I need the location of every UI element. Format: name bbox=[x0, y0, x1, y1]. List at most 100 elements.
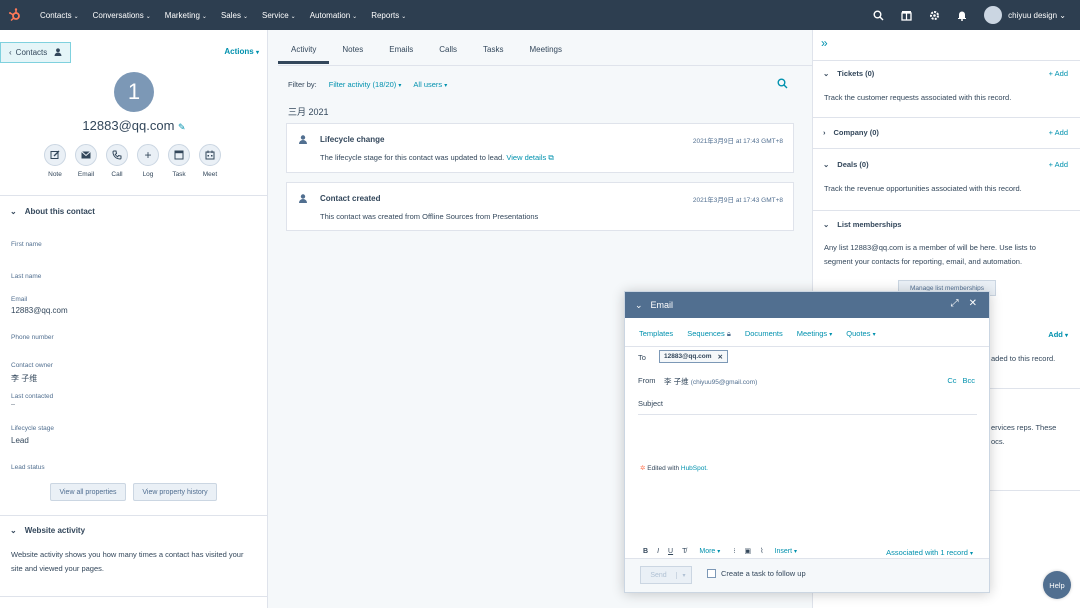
chevron-down-icon[interactable]: ⌄ bbox=[635, 300, 643, 311]
more-label: More bbox=[699, 547, 716, 555]
clear-format-icon[interactable]: T̸ bbox=[682, 548, 686, 555]
italic-icon[interactable]: I bbox=[657, 548, 659, 555]
tab-notes[interactable]: Notes bbox=[329, 42, 376, 64]
divider bbox=[813, 117, 1080, 118]
website-text: Website activity shows you how many time… bbox=[11, 550, 244, 573]
company-section-toggle[interactable]: › Company (0) bbox=[823, 128, 879, 137]
nav-service[interactable]: Service ⌄ bbox=[262, 11, 296, 20]
nav-automation[interactable]: Automation ⌄ bbox=[310, 11, 358, 20]
add-dropdown[interactable]: Add ▾ bbox=[1048, 330, 1068, 339]
send-button[interactable]: Send bbox=[641, 571, 677, 579]
about-section-toggle[interactable]: ⌄ About this contact bbox=[10, 207, 95, 216]
hubspot-logo-icon[interactable] bbox=[0, 0, 30, 30]
tab-calls[interactable]: Calls bbox=[426, 42, 470, 64]
cc-button[interactable]: Cc bbox=[947, 376, 956, 385]
call-label: Call bbox=[111, 171, 123, 178]
nav-sales[interactable]: Sales ⌄ bbox=[221, 11, 248, 20]
top-nav: Contacts ⌄ Conversations ⌄ Marketing ⌄ Sale… bbox=[0, 0, 1080, 30]
send-button-group: Send ▾ bbox=[640, 566, 692, 584]
add-company-button[interactable]: + Add bbox=[1049, 128, 1068, 137]
call-button[interactable]: Call bbox=[106, 144, 128, 178]
back-to-contacts-button[interactable]: ‹ Contacts bbox=[0, 42, 71, 63]
email-composer: ⌄ Email ⤢ ✕ Templates Sequences 🔒︎ Docum… bbox=[624, 291, 990, 593]
add-ticket-button[interactable]: + Add bbox=[1049, 69, 1068, 78]
insert-dropdown[interactable]: Insert ▾ bbox=[775, 548, 797, 555]
avatar[interactable] bbox=[984, 6, 1003, 24]
view-all-properties-button[interactable]: View all properties bbox=[50, 483, 126, 501]
note-button[interactable]: Note bbox=[44, 144, 66, 178]
more-dropdown[interactable]: More ▾ bbox=[699, 548, 720, 555]
lifecycle-value[interactable]: Lead bbox=[11, 436, 29, 445]
close-icon[interactable]: ✕ bbox=[718, 353, 723, 361]
chevron-down-icon: ⌄ bbox=[1059, 10, 1066, 20]
snippet-icon[interactable]: ⁝ bbox=[733, 547, 735, 555]
task-button[interactable]: Task bbox=[168, 144, 190, 178]
meet-label: Meet bbox=[202, 171, 218, 178]
bell-icon[interactable] bbox=[956, 9, 968, 21]
templates-button[interactable]: Templates bbox=[639, 329, 673, 339]
lock-icon: 🔒︎ bbox=[726, 329, 731, 338]
tickets-section-toggle[interactable]: ⌄ Tickets (0) bbox=[823, 69, 874, 78]
pencil-icon[interactable]: ✎ bbox=[178, 122, 186, 132]
view-details-link[interactable]: View details ⧉ bbox=[506, 153, 553, 162]
subject-input[interactable]: Subject bbox=[638, 399, 663, 408]
image-icon[interactable]: ▣ bbox=[745, 547, 752, 555]
quotes-dropdown[interactable]: Quotes ▾ bbox=[846, 329, 875, 339]
bold-icon[interactable]: B bbox=[643, 548, 648, 555]
meetings-dropdown[interactable]: Meetings ▾ bbox=[797, 329, 833, 339]
tab-tasks[interactable]: Tasks bbox=[470, 42, 516, 64]
user-menu[interactable]: chiyuu design ⌄ bbox=[1008, 11, 1066, 20]
underline-icon[interactable]: U bbox=[668, 548, 673, 555]
owner-value[interactable]: 李 子维 bbox=[11, 373, 37, 384]
follow-up-checkbox[interactable] bbox=[707, 569, 716, 578]
all-users-dropdown[interactable]: All users ▾ bbox=[413, 80, 447, 89]
email-button[interactable]: Email bbox=[75, 144, 97, 178]
hubspot-link[interactable]: HubSpot. bbox=[681, 465, 708, 472]
attachment-icon[interactable]: ⌇ bbox=[760, 547, 763, 555]
search-icon[interactable] bbox=[872, 9, 884, 21]
from-selector[interactable]: 李 子维 (chiyuu95@gmail.com) bbox=[664, 376, 757, 387]
partial-text: aded to this record. bbox=[991, 354, 1056, 363]
associated-records-dropdown[interactable]: Associated with 1 record ▾ bbox=[886, 548, 973, 557]
tab-activity[interactable]: Activity bbox=[278, 42, 330, 64]
divider bbox=[813, 60, 1080, 61]
email-field-value[interactable]: 12883@qq.com bbox=[11, 306, 68, 315]
deals-section-toggle[interactable]: ⌄ Deals (0) bbox=[823, 160, 869, 169]
calendar-icon bbox=[199, 144, 221, 166]
help-button[interactable]: Help bbox=[1043, 571, 1071, 599]
insert-label: Insert bbox=[774, 547, 793, 555]
log-button[interactable]: + Log bbox=[137, 144, 159, 178]
sequences-button[interactable]: Sequences 🔒︎ bbox=[687, 329, 731, 339]
close-icon[interactable]: ✕ bbox=[969, 298, 977, 309]
caret-down-icon[interactable]: ▾ bbox=[677, 572, 691, 579]
nav-label: Marketing bbox=[164, 10, 200, 20]
tab-meetings[interactable]: Meetings bbox=[517, 42, 575, 64]
meet-button[interactable]: Meet bbox=[199, 144, 221, 178]
recipient-chip[interactable]: 12883@qq.com ✕ bbox=[659, 350, 728, 363]
view-property-history-button[interactable]: View property history bbox=[133, 483, 217, 501]
associated-label: Associated with 1 record bbox=[886, 548, 968, 557]
nav-contacts[interactable]: Contacts ⌄ bbox=[40, 11, 79, 20]
nav-conversations[interactable]: Conversations ⌄ bbox=[93, 11, 151, 20]
collapse-sidebar-icon[interactable]: » bbox=[821, 36, 828, 50]
follow-up-label: Create a task to follow up bbox=[721, 569, 806, 578]
marketplace-icon[interactable] bbox=[900, 9, 912, 21]
nav-reports[interactable]: Reports ⌄ bbox=[371, 11, 406, 20]
tab-emails[interactable]: Emails bbox=[376, 42, 426, 64]
documents-button[interactable]: Documents bbox=[745, 329, 783, 339]
actions-label: Actions bbox=[224, 47, 254, 56]
bcc-button[interactable]: Bcc bbox=[962, 376, 975, 385]
search-icon[interactable] bbox=[777, 78, 788, 92]
actions-dropdown[interactable]: Actions ▾ bbox=[224, 47, 259, 56]
nav-label: Reports bbox=[371, 10, 400, 20]
website-section-toggle[interactable]: ⌄ Website activity bbox=[10, 526, 85, 535]
timeline-card-created: Contact created 2021年3月9日 at 17:43 GMT+8… bbox=[286, 182, 794, 231]
filter-bar: Filter by: Filter activity (18/20) ▾ All… bbox=[288, 80, 447, 89]
lists-section-toggle[interactable]: ⌄ List memberships bbox=[823, 220, 901, 229]
gear-icon[interactable] bbox=[928, 9, 940, 21]
filter-activity-dropdown[interactable]: Filter activity (18/20) ▾ bbox=[329, 80, 402, 89]
follow-up-task-option[interactable]: Create a task to follow up bbox=[707, 569, 806, 578]
nav-marketing[interactable]: Marketing ⌄ bbox=[165, 11, 207, 20]
add-deal-button[interactable]: + Add bbox=[1049, 160, 1068, 169]
expand-icon[interactable]: ⤢ bbox=[951, 298, 959, 309]
